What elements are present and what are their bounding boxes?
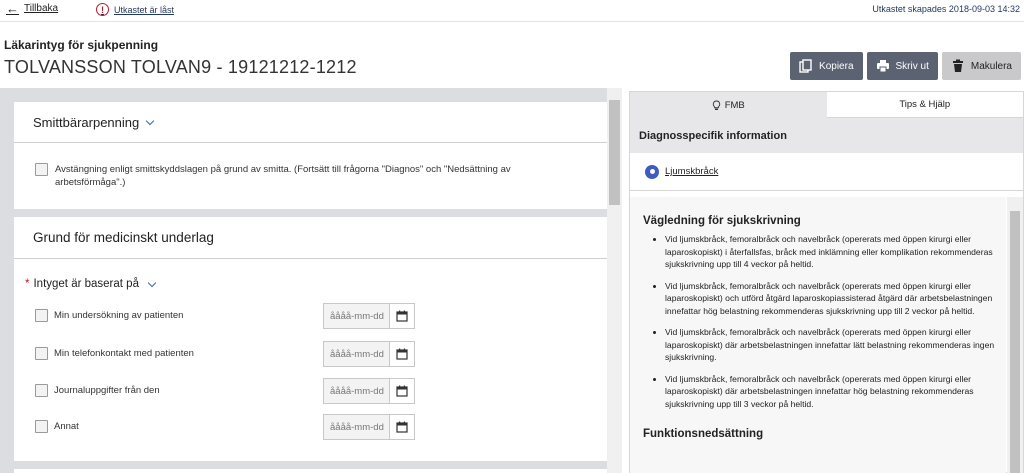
option-label: Journaluppgifter från den bbox=[54, 385, 160, 396]
required-mark: * bbox=[25, 278, 30, 290]
calendar-icon[interactable] bbox=[390, 303, 415, 329]
trash-icon bbox=[952, 59, 963, 72]
next-card bbox=[14, 469, 607, 473]
form-scrollbar[interactable] bbox=[607, 88, 622, 473]
print-label: Skriv ut bbox=[895, 60, 929, 72]
option-row-3: Annat bbox=[35, 420, 79, 433]
option-label: Min telefonkontakt med patienten bbox=[54, 348, 194, 359]
option-checkbox[interactable] bbox=[35, 347, 48, 360]
discard-label: Makulera bbox=[970, 60, 1012, 72]
print-button[interactable]: Skriv ut bbox=[866, 52, 938, 80]
smitta-checkbox-label: Avstängning enligt smittskyddslagen på g… bbox=[55, 164, 511, 188]
option-checkbox[interactable] bbox=[35, 309, 48, 322]
divider bbox=[14, 258, 607, 259]
date-input[interactable]: åååå-mm-dd bbox=[323, 378, 390, 404]
list-item: Vid ljumskbråck, femoralbråck och navelb… bbox=[665, 233, 1000, 271]
copy-label: Kopiera bbox=[819, 60, 854, 72]
action-buttons: Kopiera Skriv ut Makulera bbox=[790, 52, 1021, 80]
list-item: Vid ljumskbråck, femoralbråck och navelb… bbox=[665, 326, 1000, 364]
option-checkbox[interactable] bbox=[35, 420, 48, 433]
date-field[interactable]: åååå-mm-dd bbox=[323, 378, 415, 404]
diagnosis-option[interactable]: Ljumskbråck bbox=[630, 153, 1023, 191]
grund-section-header: Grund för medicinskt underlag bbox=[14, 217, 607, 258]
question-label: Intyget är baserat på bbox=[33, 278, 139, 290]
date-input[interactable]: åååå-mm-dd bbox=[323, 341, 390, 367]
alert-icon: ! bbox=[96, 3, 109, 16]
back-link[interactable]: ← Tillbaka bbox=[6, 0, 59, 16]
option-label: Annat bbox=[54, 421, 79, 432]
date-input[interactable]: åååå-mm-dd bbox=[323, 414, 390, 440]
grund-title: Grund för medicinskt underlag bbox=[33, 230, 214, 245]
smitta-title: Smittbärarpenning bbox=[33, 114, 140, 130]
option-checkbox[interactable] bbox=[35, 384, 48, 397]
calendar-icon[interactable] bbox=[390, 378, 415, 404]
option-row-1: Min telefonkontakt med patienten bbox=[35, 347, 194, 360]
date-field[interactable]: åååå-mm-dd bbox=[323, 341, 415, 367]
printer-icon bbox=[876, 60, 889, 73]
diagnosis-label[interactable]: Ljumskbråck bbox=[665, 166, 718, 177]
option-label: Min undersökning av patienten bbox=[54, 310, 184, 321]
func-title: Funktionsnedsättning bbox=[643, 428, 764, 440]
grund-card: Grund för medicinskt underlag * Intyget … bbox=[14, 217, 607, 461]
panel-scrollbar[interactable] bbox=[1007, 197, 1023, 473]
date-field[interactable]: åååå-mm-dd bbox=[323, 303, 415, 329]
scrollbar-thumb[interactable] bbox=[609, 100, 620, 205]
option-row-2: Journaluppgifter från den bbox=[35, 384, 160, 397]
diagnosis-info-header: Diagnosspecifik information bbox=[630, 118, 1023, 153]
option-row-0: Min undersökning av patienten bbox=[35, 309, 183, 322]
list-item: Vid ljumskbråck, femoralbråck och navelb… bbox=[665, 373, 1000, 411]
calendar-icon[interactable] bbox=[390, 341, 415, 367]
tab-fmb[interactable]: FMB bbox=[630, 92, 827, 118]
draft-status-label: Utkastet är låst bbox=[114, 4, 175, 15]
draft-status-link[interactable]: ! Utkastet är låst bbox=[96, 3, 174, 16]
guide-title: Vägledning för sjukskrivning bbox=[643, 215, 801, 227]
tab-tips-label: Tips & Hjälp bbox=[899, 99, 951, 110]
arrow-left-icon: ← bbox=[6, 0, 19, 16]
form-area[interactable]: Smittbärarpenning Avstängning enligt smi… bbox=[0, 88, 622, 473]
date-input[interactable]: åååå-mm-dd bbox=[323, 303, 390, 329]
patient-name: TOLVANSSON TOLVAN9 - 19121212-1212 bbox=[4, 57, 357, 77]
scrollbar-thumb[interactable] bbox=[1010, 211, 1020, 473]
help-panel: FMB Tips & Hjälp Diagnosspecifik informa… bbox=[629, 91, 1024, 473]
smitta-checkbox[interactable] bbox=[35, 163, 48, 176]
chevron-down-icon[interactable] bbox=[147, 278, 157, 287]
smitta-row: Avstängning enligt smittskyddslagen på g… bbox=[35, 163, 555, 189]
smitta-section-header[interactable]: Smittbärarpenning bbox=[14, 102, 607, 142]
copy-icon bbox=[799, 59, 812, 73]
document-type: Läkarintyg för sjukpenning bbox=[4, 38, 159, 52]
radio-selected[interactable] bbox=[645, 164, 659, 179]
top-bar: ← Tillbaka ! Utkastet är låst Utkastet s… bbox=[0, 0, 1024, 22]
guide-list: Vid ljumskbråck, femoralbråck och navelb… bbox=[630, 233, 1006, 410]
panel-tabs: FMB Tips & Hjälp bbox=[630, 92, 1023, 118]
question-row: * Intyget är baserat på bbox=[25, 278, 157, 290]
created-timestamp: Utkastet skapades 2018-09-03 14:32 bbox=[872, 4, 1020, 14]
discard-button[interactable]: Makulera bbox=[941, 52, 1021, 80]
divider bbox=[14, 142, 607, 143]
calendar-icon[interactable] bbox=[390, 414, 415, 440]
smitta-card: Smittbärarpenning Avstängning enligt smi… bbox=[14, 102, 607, 209]
tab-fmb-label: FMB bbox=[724, 99, 745, 111]
date-field[interactable]: åååå-mm-dd bbox=[323, 414, 415, 440]
tab-tips[interactable]: Tips & Hjälp bbox=[826, 92, 1023, 118]
guidance-content: Vägledning för sjukskrivning Vid ljumskb… bbox=[630, 197, 1006, 473]
lightbulb-icon bbox=[712, 100, 720, 110]
copy-button[interactable]: Kopiera bbox=[790, 52, 863, 80]
list-item: Vid ljumskbråck, femoralbråck och navelb… bbox=[665, 280, 1000, 318]
chevron-down-icon bbox=[145, 116, 155, 125]
back-label: Tillbaka bbox=[24, 3, 59, 14]
